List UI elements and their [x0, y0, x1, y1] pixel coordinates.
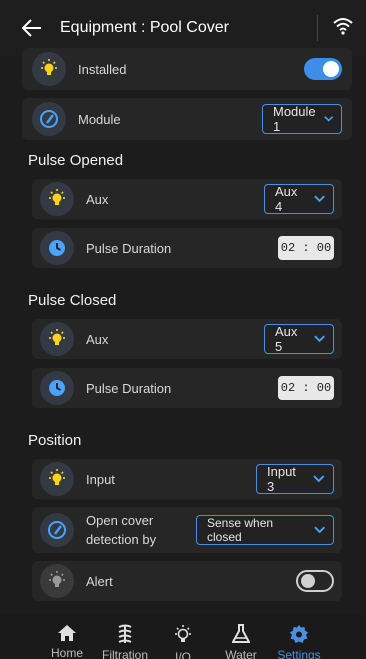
chevron-down-icon	[323, 116, 333, 122]
alert-toggle[interactable]	[296, 570, 334, 592]
section-title-pulse-closed: Pulse Closed	[28, 292, 117, 309]
installed-toggle[interactable]	[304, 58, 342, 80]
nav-item-water[interactable]: Water	[212, 614, 270, 659]
clock-icon	[40, 371, 74, 405]
bottom-nav: Home Filtration I/O Water Settings	[0, 614, 366, 659]
position-alert-label: Alert	[86, 573, 113, 589]
nav-item-io[interactable]: I/O	[154, 614, 212, 659]
gauge-icon	[40, 513, 74, 547]
chevron-down-icon	[313, 526, 325, 534]
pulse-closed-duration-label: Pulse Duration	[86, 380, 172, 396]
bulb-icon	[40, 462, 74, 496]
nav-item-settings[interactable]: Settings	[270, 614, 328, 659]
pulse-closed-aux-row: Aux Aux 5	[32, 319, 342, 359]
wifi-icon[interactable]	[332, 16, 356, 40]
bulb-icon	[40, 182, 74, 216]
module-select-value: Module 1	[273, 104, 316, 134]
position-input-row: Input Input 3	[32, 459, 342, 499]
pulse-closed-aux-label: Aux	[86, 331, 109, 347]
home-icon	[57, 624, 77, 642]
nav-label-settings: Settings	[277, 648, 321, 659]
nav-label-home: Home	[50, 646, 83, 659]
pulse-closed-duration-input[interactable]: 02 : 00	[278, 376, 334, 400]
position-detection-label: Open cover detection by	[86, 513, 157, 547]
section-title-position: Position	[28, 432, 82, 449]
nav-label-io: I/O	[174, 650, 191, 659]
position-detection-select[interactable]: Sense when closed	[196, 515, 334, 545]
nav-label-water: Water	[225, 648, 257, 659]
position-alert-row: Alert	[32, 561, 342, 601]
gauge-icon	[32, 102, 66, 136]
pulse-opened-aux-row: Aux Aux 4	[32, 179, 342, 219]
header-divider	[317, 15, 318, 41]
pulse-opened-aux-label: Aux	[86, 191, 109, 207]
installed-row: Installed	[22, 48, 352, 90]
clock-icon	[40, 231, 74, 265]
installed-label: Installed	[78, 61, 127, 77]
nav-label-filtration: Filtration	[101, 648, 148, 659]
position-detection-row: Open cover detection by Sense when close…	[32, 507, 342, 553]
chevron-down-icon	[314, 195, 325, 203]
chevron-down-icon	[313, 475, 325, 483]
chevron-down-icon	[314, 335, 325, 343]
bulb-icon	[32, 52, 66, 86]
position-input-value: Input 3	[267, 464, 296, 494]
nav-item-home[interactable]: Home	[38, 614, 96, 659]
pulse-closed-duration-row: Pulse Duration 02 : 00	[32, 368, 342, 408]
position-input-select[interactable]: Input 3	[256, 464, 334, 494]
pulse-closed-aux-value: Aux 5	[275, 324, 298, 354]
flask-icon	[232, 624, 250, 644]
gear-icon	[289, 624, 309, 644]
bulb-icon	[40, 322, 74, 356]
filtration-icon	[116, 624, 134, 644]
page-title: Equipment : Pool Cover	[60, 19, 229, 36]
back-arrow-icon[interactable]	[18, 14, 46, 42]
module-select[interactable]: Module 1	[262, 104, 342, 134]
bulb-icon	[40, 564, 74, 598]
section-title-pulse-opened: Pulse Opened	[28, 152, 124, 169]
position-detection-value: Sense when closed	[207, 516, 274, 544]
pulse-opened-aux-value: Aux 4	[275, 184, 298, 214]
module-row: Module Module 1	[22, 98, 352, 140]
pulse-closed-aux-select[interactable]: Aux 5	[264, 324, 334, 354]
module-label: Module	[78, 111, 121, 127]
pulse-opened-duration-input[interactable]: 02 : 00	[278, 236, 334, 260]
pulse-opened-duration-row: Pulse Duration 02 : 00	[32, 228, 342, 268]
pulse-opened-duration-label: Pulse Duration	[86, 240, 172, 256]
position-input-label: Input	[86, 471, 115, 487]
nav-item-filtration[interactable]: Filtration	[96, 614, 154, 659]
pulse-opened-aux-select[interactable]: Aux 4	[264, 184, 334, 214]
bulb-icon	[172, 624, 194, 646]
